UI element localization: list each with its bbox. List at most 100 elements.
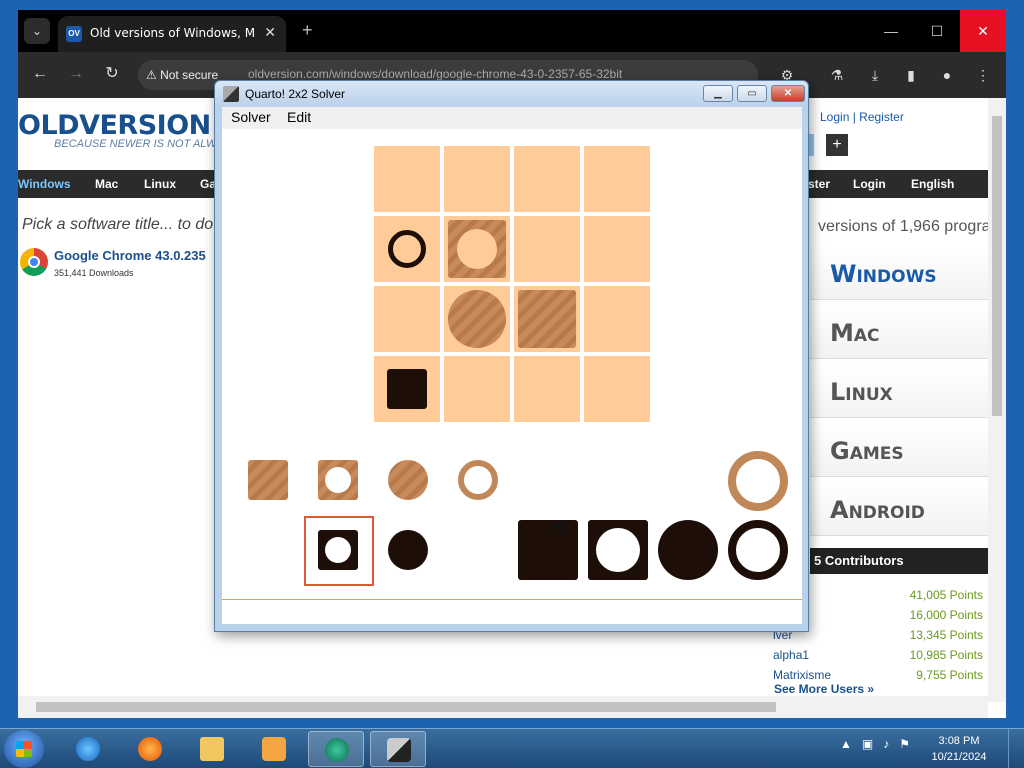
contributor-name[interactable]: Matrixisme xyxy=(773,668,831,682)
board-cell[interactable] xyxy=(444,356,510,422)
login-link[interactable]: Login xyxy=(820,110,849,124)
network-icon[interactable]: ▣ xyxy=(862,737,873,751)
see-more-users-link[interactable]: See More Users » xyxy=(774,682,874,696)
flag-icon[interactable]: ⚑ xyxy=(899,737,910,751)
nav-linux[interactable]: Linux xyxy=(144,177,176,191)
os-category-windows[interactable]: Windows xyxy=(810,248,988,300)
nav-mac[interactable]: Mac xyxy=(95,177,118,191)
board-cell[interactable] xyxy=(584,146,650,212)
show-desktop-button[interactable] xyxy=(1008,729,1024,768)
board-cell[interactable] xyxy=(374,216,440,282)
sidepanel-icon[interactable]: ▮ xyxy=(902,66,920,84)
taskbar-firefox[interactable] xyxy=(122,731,178,767)
available-piece[interactable] xyxy=(728,520,788,580)
tab-search-button[interactable]: ⌄ xyxy=(24,18,50,44)
board-cell[interactable] xyxy=(374,286,440,352)
board-cell[interactable] xyxy=(444,216,510,282)
taskbar-ie[interactable] xyxy=(60,731,116,767)
board-cell[interactable] xyxy=(514,286,580,352)
clock[interactable]: 3:08 PM 10/21/2024 xyxy=(926,733,992,765)
minimize-button[interactable]: — xyxy=(868,10,914,52)
quarto-minimize-button[interactable]: ▁ xyxy=(703,85,733,102)
horizontal-scrollbar[interactable] xyxy=(18,696,988,718)
forward-icon[interactable]: → xyxy=(66,64,86,84)
available-piece[interactable] xyxy=(728,451,788,511)
nav-windows[interactable]: Windows xyxy=(18,177,71,191)
os-category-games[interactable]: Games xyxy=(810,425,988,477)
os-label: Windows xyxy=(830,260,937,288)
site-tagline: BECAUSE NEWER IS NOT ALWA xyxy=(54,138,224,150)
close-button[interactable]: ✕ xyxy=(960,10,1006,52)
nav-register[interactable]: ster xyxy=(808,177,830,191)
os-category-android[interactable]: Android xyxy=(810,484,988,536)
piece-dark-square xyxy=(387,369,427,409)
clock-date: 10/21/2024 xyxy=(931,751,987,763)
os-label: Mac xyxy=(830,319,880,347)
available-piece-selected[interactable] xyxy=(318,530,358,570)
labs-icon[interactable]: ⚗ xyxy=(828,66,846,84)
available-piece[interactable] xyxy=(458,460,498,500)
available-piece[interactable] xyxy=(588,520,648,580)
available-piece[interactable] xyxy=(518,520,578,580)
available-piece[interactable] xyxy=(318,460,358,500)
quarto-titlebar[interactable]: Quarto! 2x2 Solver ▁ ▭ ✕ xyxy=(215,81,808,107)
taskbar-explorer[interactable] xyxy=(184,731,240,767)
available-piece[interactable] xyxy=(388,460,428,500)
quarto-window: Quarto! 2x2 Solver ▁ ▭ ✕ Solver Edit xyxy=(214,80,809,632)
tab-close-icon[interactable]: ✕ xyxy=(264,24,276,41)
available-piece[interactable] xyxy=(388,530,428,570)
board-cell[interactable] xyxy=(584,216,650,282)
taskbar-quarto[interactable] xyxy=(370,731,426,767)
maximize-button[interactable]: ☐ xyxy=(914,10,960,52)
menu-edit[interactable]: Edit xyxy=(287,109,311,125)
security-chip[interactable]: ⚠ Not secure xyxy=(146,66,218,84)
volume-icon[interactable]: ♪ xyxy=(883,737,889,751)
board-cell[interactable] xyxy=(514,356,580,422)
board-cell[interactable] xyxy=(374,356,440,422)
scroll-thumb[interactable] xyxy=(992,116,1002,416)
scroll-thumb[interactable] xyxy=(36,702,776,712)
register-link[interactable]: Register xyxy=(859,110,904,124)
quarto-maximize-button[interactable]: ▭ xyxy=(737,85,767,102)
browser-tab[interactable]: OV Old versions of Windows, Mac ✕ xyxy=(58,16,286,52)
taskbar-chrome[interactable] xyxy=(308,731,364,767)
site-logo[interactable]: OLDVERSION xyxy=(18,110,211,141)
board-cell[interactable] xyxy=(444,286,510,352)
board-cell[interactable] xyxy=(514,146,580,212)
menu-icon[interactable]: ⋮ xyxy=(974,66,992,84)
download-icon[interactable]: ⤓ xyxy=(866,66,884,84)
piece-dark-ring xyxy=(388,230,426,268)
url-text: oldversion.com/windows/download/google-c… xyxy=(248,67,623,81)
board-cell[interactable] xyxy=(584,356,650,422)
quarto-close-button[interactable]: ✕ xyxy=(771,85,805,102)
reload-icon[interactable]: ↻ xyxy=(102,64,122,84)
profile-icon[interactable]: ● xyxy=(938,66,956,84)
board-cell[interactable] xyxy=(374,146,440,212)
available-piece[interactable] xyxy=(658,520,718,580)
plus-icon[interactable]: + xyxy=(826,134,848,156)
tab-title: Old versions of Windows, Mac xyxy=(90,26,256,40)
os-category-mac[interactable]: Mac xyxy=(810,307,988,359)
menu-solver[interactable]: Solver xyxy=(231,109,271,125)
board-cell[interactable] xyxy=(584,286,650,352)
windows-logo-icon xyxy=(16,741,32,757)
taskbar-media[interactable] xyxy=(246,731,302,767)
result-title[interactable]: Google Chrome 43.0.235 xyxy=(54,248,206,263)
nav-english[interactable]: English xyxy=(911,177,954,191)
start-button[interactable] xyxy=(4,730,44,768)
back-icon[interactable]: ← xyxy=(30,64,50,84)
nav-login[interactable]: Login xyxy=(853,177,886,191)
piece-hole xyxy=(325,467,351,493)
board-cell[interactable] xyxy=(444,146,510,212)
contributor-name[interactable]: alpha1 xyxy=(773,648,809,662)
board-cell[interactable] xyxy=(514,216,580,282)
app-icon xyxy=(325,738,349,762)
new-tab-button[interactable]: + xyxy=(302,20,313,41)
tray-expand-icon[interactable]: ▲ xyxy=(840,737,852,751)
vertical-scrollbar[interactable] xyxy=(988,98,1006,702)
os-category-linux[interactable]: Linux xyxy=(810,366,988,418)
piece-light-square-hollow xyxy=(448,220,506,278)
available-piece[interactable] xyxy=(248,460,288,500)
security-label: Not secure xyxy=(160,68,219,82)
result-downloads: 351,441 Downloads xyxy=(54,268,134,278)
